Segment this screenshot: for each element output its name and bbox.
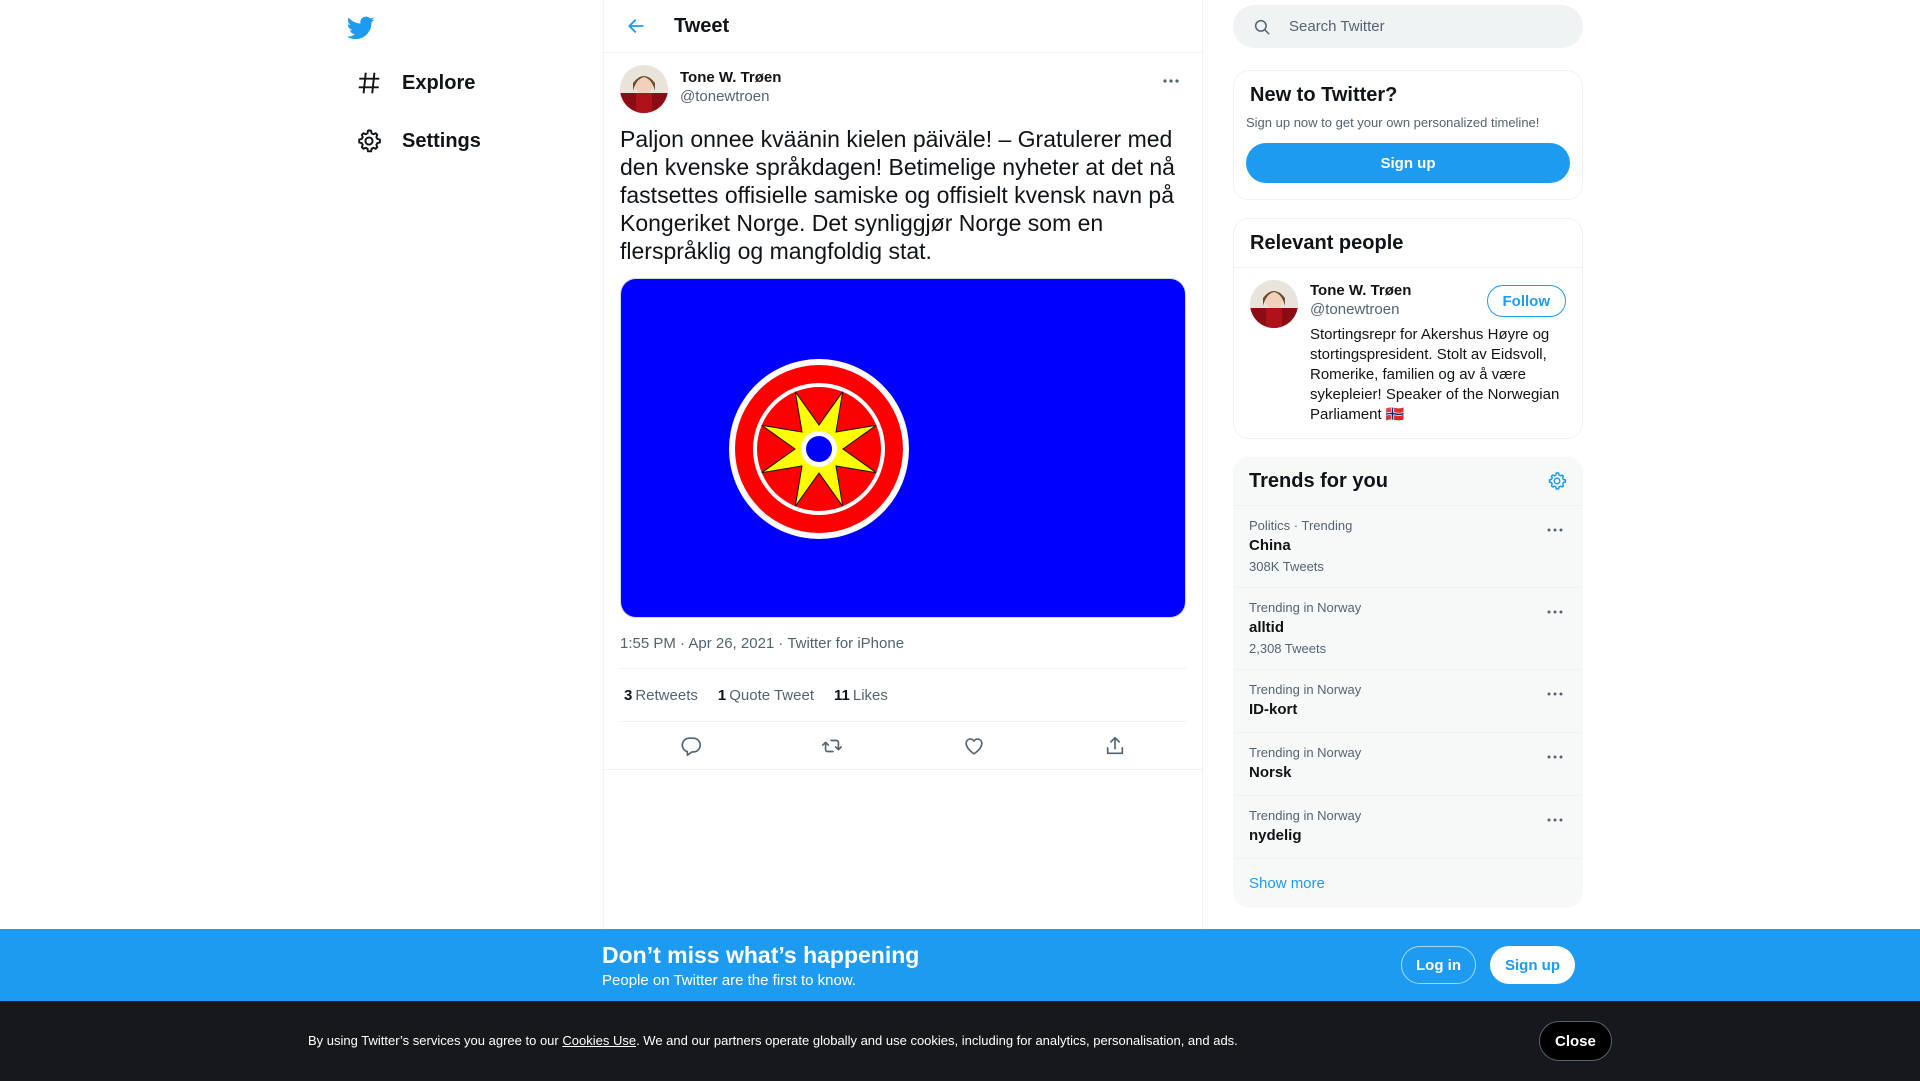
new-to-twitter-card: New to Twitter? Sign up now to get your …: [1233, 70, 1583, 200]
heart-icon: [965, 737, 983, 755]
follow-button[interactable]: Follow: [1486, 285, 1566, 317]
trend-name: alltid: [1249, 619, 1285, 636]
trend-item[interactable]: Trending in Norway nydelig: [1233, 796, 1583, 859]
cookie-close-button[interactable]: Close: [1539, 1021, 1612, 1061]
new-to-twitter-description: Sign up now to get your own personalized…: [1246, 115, 1540, 130]
retweet-button[interactable]: [813, 727, 851, 765]
signup-banner: Don’t miss what’s happening People on Tw…: [0, 929, 1920, 1001]
retweet-icon: [822, 739, 843, 752]
person-bio: Stortingsrepr for Akershus Høyre og stor…: [1310, 326, 1560, 423]
relevant-people-title: Relevant people: [1234, 219, 1582, 268]
quote-tweets-stat[interactable]: 1 Quote Tweet: [718, 687, 814, 704]
banner-subtitle: People on Twitter are the first to know.: [602, 972, 857, 989]
more-dots-icon: [1163, 79, 1179, 83]
trend-name: China: [1249, 537, 1291, 554]
cookie-banner: By using Twitter’s services you agree to…: [0, 1001, 1920, 1081]
search-icon: [1254, 19, 1270, 34]
trend-context: Trending in Norway: [1249, 600, 1362, 615]
trend-count: 308K Tweets: [1249, 559, 1324, 574]
person-avatar[interactable]: [1250, 280, 1298, 328]
kven-flag-image: [621, 279, 1185, 617]
retweets-count: 3: [624, 686, 633, 704]
hashtag-icon: [354, 68, 384, 98]
cookies-use-link[interactable]: Cookies Use: [562, 1033, 636, 1048]
like-button[interactable]: [955, 727, 993, 765]
trends-title: Trends for you: [1249, 470, 1388, 492]
nav-item-settings[interactable]: Settings: [350, 116, 493, 166]
cookie-notice: By using Twitter’s services you agree to…: [308, 1033, 1238, 1048]
trend-more-button[interactable]: [1543, 520, 1567, 540]
tweet: Tone W. Trøen @tonewtroen Paljon onnee k…: [604, 53, 1202, 770]
page-title: Tweet: [674, 14, 730, 37]
trend-item[interactable]: Trending in Norway Norsk: [1233, 733, 1583, 796]
trend-name: nydelig: [1249, 827, 1302, 844]
retweets-stat[interactable]: 3 Retweets: [624, 687, 698, 704]
author-avatar[interactable]: [620, 65, 668, 113]
likes-stat[interactable]: 11 Likes: [834, 687, 888, 704]
relevant-people-card: Relevant people Tone W. Trøen @tonewtroe…: [1233, 218, 1583, 439]
quotes-label: Quote Tweet: [729, 686, 814, 704]
new-to-twitter-title: New to Twitter?: [1250, 84, 1398, 106]
author-name[interactable]: Tone W. Trøen: [680, 68, 781, 87]
tweet-header-bar: Tweet: [604, 0, 1202, 53]
trend-more-button[interactable]: [1543, 602, 1567, 622]
nav-label-explore: Explore: [402, 71, 476, 94]
tweet-actions: [604, 722, 1202, 770]
retweets-label: Retweets: [635, 686, 698, 704]
trends-settings-gear-icon[interactable]: [1547, 471, 1567, 491]
trend-item[interactable]: Politics · Trending China 308K Tweets: [1233, 506, 1583, 588]
trend-item[interactable]: Trending in Norway alltid 2,308 Tweets: [1233, 588, 1583, 670]
trend-count: 2,308 Tweets: [1249, 641, 1327, 656]
trend-context: Politics · Trending: [1249, 518, 1353, 533]
share-icon: [1107, 736, 1124, 754]
tweet-stats: 3 Retweets 1 Quote Tweet 11 Likes: [620, 669, 1186, 722]
more-dots-icon: [1547, 818, 1563, 822]
sidebar-signup-button[interactable]: Sign up: [1246, 143, 1570, 183]
trend-more-button[interactable]: [1543, 684, 1567, 704]
trend-more-button[interactable]: [1543, 810, 1567, 830]
right-sidebar: New to Twitter? Sign up now to get your …: [1233, 0, 1583, 908]
reply-button[interactable]: [672, 727, 710, 765]
tweet-image-kven-flag[interactable]: [620, 278, 1186, 618]
trend-item[interactable]: Trending in Norway ID-kort: [1233, 670, 1583, 733]
back-button[interactable]: [618, 8, 654, 44]
trend-name: Norsk: [1249, 764, 1292, 781]
quotes-count: 1: [717, 686, 727, 704]
relevant-person[interactable]: Tone W. Trøen @tonewtroen Stortingsrepr …: [1234, 268, 1582, 438]
trend-context: Trending in Norway: [1249, 682, 1362, 697]
share-button[interactable]: [1096, 727, 1134, 765]
twitter-logo-icon[interactable]: [346, 10, 386, 42]
gear-icon: [354, 126, 384, 156]
reply-icon: [681, 736, 701, 756]
trend-context: Trending in Norway: [1249, 808, 1362, 823]
nav-label-settings: Settings: [402, 129, 481, 152]
more-dots-icon: [1547, 692, 1563, 696]
banner-signup-button[interactable]: Sign up: [1490, 946, 1575, 984]
tweet-more-button[interactable]: [1156, 71, 1186, 91]
search-input[interactable]: [1289, 18, 1549, 35]
banner-title: Don’t miss what’s happening: [602, 942, 920, 968]
trends-card: Trends for you Politics · Trending China…: [1233, 457, 1583, 908]
main-column: Tweet Tone W. Trøen @tonewtroen Paljon o…: [603, 0, 1203, 930]
cookie-text-after: . We and our partners operate globally a…: [636, 1033, 1238, 1048]
trend-more-button[interactable]: [1543, 747, 1567, 767]
tweet-text: Paljon onnee kväänin kielen päiväle! – G…: [620, 126, 1175, 264]
more-dots-icon: [1547, 610, 1563, 614]
nav-item-explore[interactable]: Explore: [350, 58, 487, 108]
arrow-left-icon: [628, 19, 644, 33]
likes-label: Likes: [852, 686, 888, 704]
more-dots-icon: [1547, 755, 1563, 759]
tweet-timestamp[interactable]: 1:55 PM · Apr 26, 2021 · Twitter for iPh…: [620, 635, 1186, 669]
search-box[interactable]: [1233, 5, 1583, 48]
show-more-trends-link[interactable]: Show more: [1233, 859, 1583, 908]
likes-count: 11: [834, 686, 850, 704]
more-dots-icon: [1547, 528, 1563, 532]
author-handle[interactable]: @tonewtroen: [680, 87, 781, 106]
trend-context: Trending in Norway: [1249, 745, 1362, 760]
banner-login-button[interactable]: Log in: [1401, 946, 1476, 984]
trend-name: ID-kort: [1249, 701, 1298, 718]
cookie-text-before: By using Twitter’s services you agree to…: [308, 1033, 563, 1048]
